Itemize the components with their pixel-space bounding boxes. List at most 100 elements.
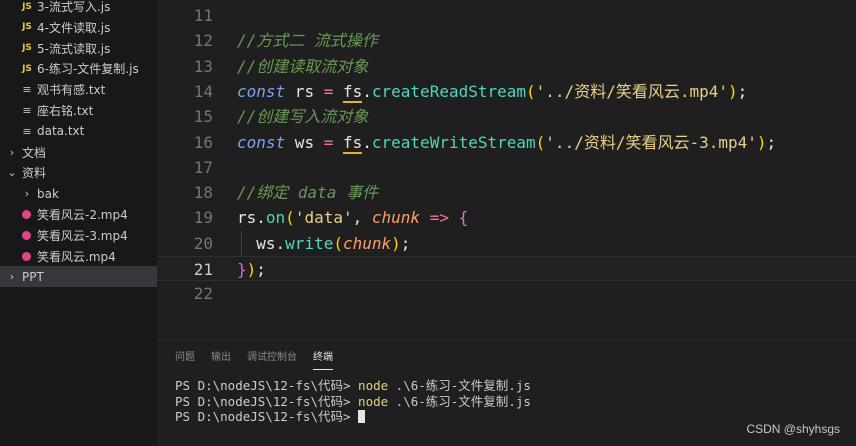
tab-output[interactable]: 输出 <box>211 349 231 369</box>
tree-item-label: 笑看风云-3.mp4 <box>37 228 128 243</box>
tree-item[interactable]: JS 5-流式读取.js <box>0 38 157 59</box>
tree-item[interactable]: 笑看风云-3.mp4 <box>0 225 157 246</box>
code-token: , <box>352 208 372 228</box>
code-token: = <box>323 81 334 101</box>
tree-item[interactable]: 笑看风云-2.mp4 <box>0 204 157 225</box>
tree-item[interactable]: JS 4-文件读取.js <box>0 17 157 38</box>
code-token: rs <box>285 81 324 101</box>
line-number: 18 <box>193 183 213 203</box>
terminal-args: .\6-练习-文件复制.js <box>388 393 531 409</box>
terminal-prompt: PS D:\nodeJS\12-fs\代码> <box>175 393 359 409</box>
tree-item-label: 5-流式读取.js <box>37 41 111 56</box>
tab-problems[interactable]: 问题 <box>175 349 195 369</box>
code-line[interactable]: 11 <box>157 3 856 28</box>
chevron-right-icon: › <box>9 145 15 159</box>
video-file-icon <box>22 210 31 219</box>
tree-item-label: 观书有感.txt <box>37 83 106 98</box>
terminal-prompt: PS D:\nodeJS\12-fs\代码> <box>175 409 359 424</box>
code-line[interactable]: 18 //绑定 data 事件 <box>157 180 856 205</box>
tab-debug-console[interactable]: 调试控制台 <box>247 349 297 369</box>
tree-item-label: 6-练习-文件复制.js <box>37 62 139 77</box>
code-line[interactable]: 20 ws.write(chunk); <box>157 230 856 256</box>
code-text: rs.on('data', chunk => { <box>237 205 468 230</box>
code-token: ws <box>237 233 276 253</box>
code-token: 'data' <box>294 208 353 228</box>
js-icon: JS <box>22 43 32 54</box>
tree-item[interactable]: ≡ 座右铭.txt <box>0 100 157 121</box>
terminal-command: node <box>358 378 389 393</box>
code-token: { <box>458 208 469 228</box>
text-file-icon: ≡ <box>22 83 32 97</box>
code-line[interactable]: 19 rs.on('data', chunk => { <box>157 205 856 230</box>
code-token: } <box>237 260 247 279</box>
tree-item-label: 座右铭.txt <box>37 104 94 118</box>
watermark: CSDN @shyhsgs <box>746 422 840 436</box>
code-token: ( <box>526 81 536 101</box>
line-number: 11 <box>193 6 213 25</box>
code-line[interactable]: 13 //创建读取流对象 <box>157 54 856 79</box>
terminal-cursor <box>358 410 366 423</box>
code-line[interactable]: 14 const rs = fs.createReadStream('../资料/… <box>157 79 856 104</box>
chevron-right-icon: › <box>9 270 15 284</box>
code-token: createWriteStream <box>371 132 536 152</box>
code-line[interactable]: 22 <box>157 281 856 306</box>
explorer-sidebar: JS 3-流式写入.js JS 4-文件读取.js JS 5-流式读取.js JS 6-练习-… <box>0 0 157 446</box>
code-token: ( <box>333 233 343 253</box>
tab-terminal[interactable]: 终端 <box>313 349 333 370</box>
line-number: 16 <box>193 132 213 152</box>
js-icon: JS <box>22 22 32 33</box>
terminal-line: PS D:\nodeJS\12-fs\代码> <box>175 409 366 425</box>
tree-item[interactable]: 笑看风云.mp4 <box>0 246 157 267</box>
line-number: 21 <box>193 260 213 279</box>
code-token: ) <box>756 132 767 152</box>
code-line[interactable]: 16 const ws = fs.createWriteStream('../资料… <box>157 130 856 155</box>
tree-item[interactable]: ≡ data.txt <box>0 121 157 142</box>
code-editor[interactable]: 11 12 //方式二 流式操作 13 //创建读取流对象 14 const rs = fs… <box>157 0 856 340</box>
code-token: = <box>323 132 334 152</box>
code-token: ( <box>285 208 295 228</box>
tree-item-label: 文档 <box>22 145 47 160</box>
code-text: //方式二 流式操作 <box>237 28 378 53</box>
code-token: . <box>362 132 372 152</box>
line-number: 14 <box>193 81 213 101</box>
line-number: 12 <box>193 31 213 51</box>
code-token: rs <box>237 208 257 228</box>
code-line[interactable]: 12 //方式二 流式操作 <box>157 28 856 53</box>
code-token: ) <box>391 233 401 253</box>
tree-item-label: 3-流式写入.js <box>37 0 111 14</box>
tree-item-label: 笑看风云-2.mp4 <box>37 208 128 222</box>
code-token: => <box>429 208 449 228</box>
tree-item[interactable]: ⌄ 资料 <box>0 162 157 183</box>
code-token: on <box>265 208 286 228</box>
line-number: 13 <box>193 56 213 76</box>
tree-item[interactable]: JS 3-流式写入.js <box>0 0 157 17</box>
code-line[interactable]: 17 <box>157 155 856 180</box>
code-text: }); <box>237 257 266 282</box>
code-text: //绑定 data 事件 <box>237 180 378 205</box>
tree-item[interactable]: › PPT <box>0 266 157 288</box>
tree-item-label: bak <box>37 186 59 201</box>
tree-item[interactable]: ≡ 观书有感.txt <box>0 79 157 100</box>
code-token: fs <box>342 132 363 154</box>
code-line[interactable]: 15 //创建写入流对象 <box>157 104 856 129</box>
tree-item[interactable]: › 文档 <box>0 142 157 163</box>
panel-tab-bar: 问题 输出 调试控制台 终端 <box>175 349 333 371</box>
code-text: //创建读取流对象 <box>237 54 368 79</box>
code-token: createReadStream <box>371 81 527 101</box>
video-file-icon <box>22 251 31 261</box>
tree-item-label: PPT <box>22 269 44 284</box>
chevron-right-icon: › <box>24 187 30 201</box>
tree-item[interactable]: JS 6-练习-文件复制.js <box>0 58 157 79</box>
bottom-panel: 问题 输出 调试控制台 终端 PS D:\nodeJS\12-fs\代码> no… <box>157 340 856 446</box>
code-token: . <box>256 208 266 228</box>
tree-item-label: 4-文件读取.js <box>37 20 111 35</box>
code-text: //创建写入流对象 <box>237 104 368 129</box>
terminal-args: .\6-练习-文件复制.js <box>388 378 531 393</box>
line-number: 19 <box>193 208 213 228</box>
js-icon: JS <box>22 1 32 12</box>
code-line[interactable]: 21}); <box>157 256 856 281</box>
tree-item[interactable]: › bak <box>0 183 157 204</box>
